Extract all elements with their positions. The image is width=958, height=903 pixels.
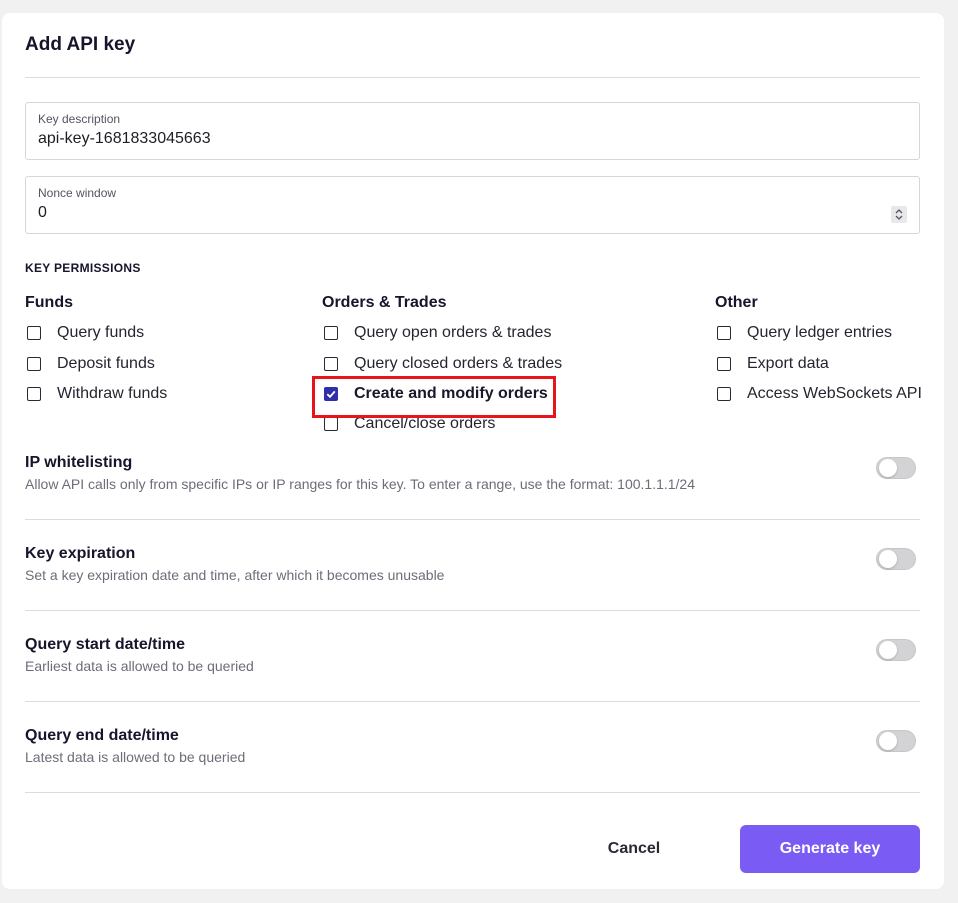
permission-websockets[interactable]: Access WebSockets API (717, 383, 922, 405)
key-description-value[interactable]: api-key-1681833045663 (38, 130, 211, 148)
permission-label: Query ledger entries (747, 324, 892, 341)
toggle-knob (879, 641, 897, 659)
query-start-description: Earliest data is allowed to be queried (25, 658, 254, 674)
key-expiration-description: Set a key expiration date and time, afte… (25, 567, 445, 583)
query-start-toggle[interactable] (876, 639, 916, 661)
query-end-title: Query end date/time (25, 727, 179, 744)
footer-divider (25, 792, 920, 793)
checkbox[interactable] (324, 326, 338, 340)
query-end-toggle[interactable] (876, 730, 916, 752)
query-end-description: Latest data is allowed to be queried (25, 749, 246, 765)
other-column-title: Other (715, 294, 758, 311)
key-description-field[interactable]: Key description api-key-1681833045663 (25, 102, 920, 160)
nonce-window-label: Nonce window (38, 186, 117, 200)
permission-label: Access WebSockets API (747, 385, 922, 402)
checkbox[interactable] (27, 387, 41, 401)
generate-key-button[interactable]: Generate key (740, 825, 920, 873)
permission-label: Query funds (57, 324, 145, 341)
query-start-title: Query start date/time (25, 636, 186, 653)
checkbox[interactable] (717, 326, 731, 340)
permission-query-closed-orders[interactable]: Query closed orders & trades (324, 353, 562, 375)
ip-whitelisting-title: IP whitelisting (25, 454, 133, 471)
permission-label: Export data (747, 355, 829, 372)
permission-query-funds[interactable]: Query funds (27, 322, 144, 344)
key-permissions-heading: KEY PERMISSIONS (25, 261, 141, 275)
cancel-button[interactable]: Cancel (590, 826, 678, 872)
checkbox[interactable] (324, 357, 338, 371)
permission-query-open-orders[interactable]: Query open orders & trades (324, 322, 551, 344)
permission-query-ledger[interactable]: Query ledger entries (717, 322, 892, 344)
key-expiration-toggle[interactable] (876, 548, 916, 570)
orders-column-title: Orders & Trades (322, 294, 447, 311)
spinner-arrows-icon[interactable] (891, 206, 907, 223)
permission-label: Deposit funds (57, 355, 155, 372)
permission-withdraw-funds[interactable]: Withdraw funds (27, 383, 167, 405)
permission-export-data[interactable]: Export data (717, 353, 829, 375)
key-description-label: Key description (38, 112, 121, 126)
option-divider (25, 701, 920, 702)
permission-deposit-funds[interactable]: Deposit funds (27, 353, 155, 375)
highlight-box (312, 376, 556, 418)
permission-label: Query closed orders & trades (354, 355, 563, 372)
permission-label: Withdraw funds (57, 385, 168, 402)
ip-whitelisting-description: Allow API calls only from specific IPs o… (25, 476, 696, 492)
option-divider (25, 519, 920, 520)
checkbox[interactable] (27, 326, 41, 340)
permission-label: Query open orders & trades (354, 324, 552, 341)
checkbox[interactable] (717, 357, 731, 371)
nonce-window-value[interactable]: 0 (38, 204, 47, 222)
key-expiration-title: Key expiration (25, 545, 136, 562)
checkbox[interactable] (324, 417, 338, 431)
toggle-knob (879, 459, 897, 477)
checkbox[interactable] (717, 387, 731, 401)
option-divider (25, 610, 920, 611)
toggle-knob (879, 732, 897, 750)
ip-whitelisting-toggle[interactable] (876, 457, 916, 479)
title-divider (25, 77, 920, 78)
nonce-window-field[interactable]: Nonce window 0 (25, 176, 920, 234)
dialog-title: Add API key (25, 34, 136, 55)
checkbox[interactable] (27, 357, 41, 371)
toggle-knob (879, 550, 897, 568)
funds-column-title: Funds (25, 294, 73, 311)
